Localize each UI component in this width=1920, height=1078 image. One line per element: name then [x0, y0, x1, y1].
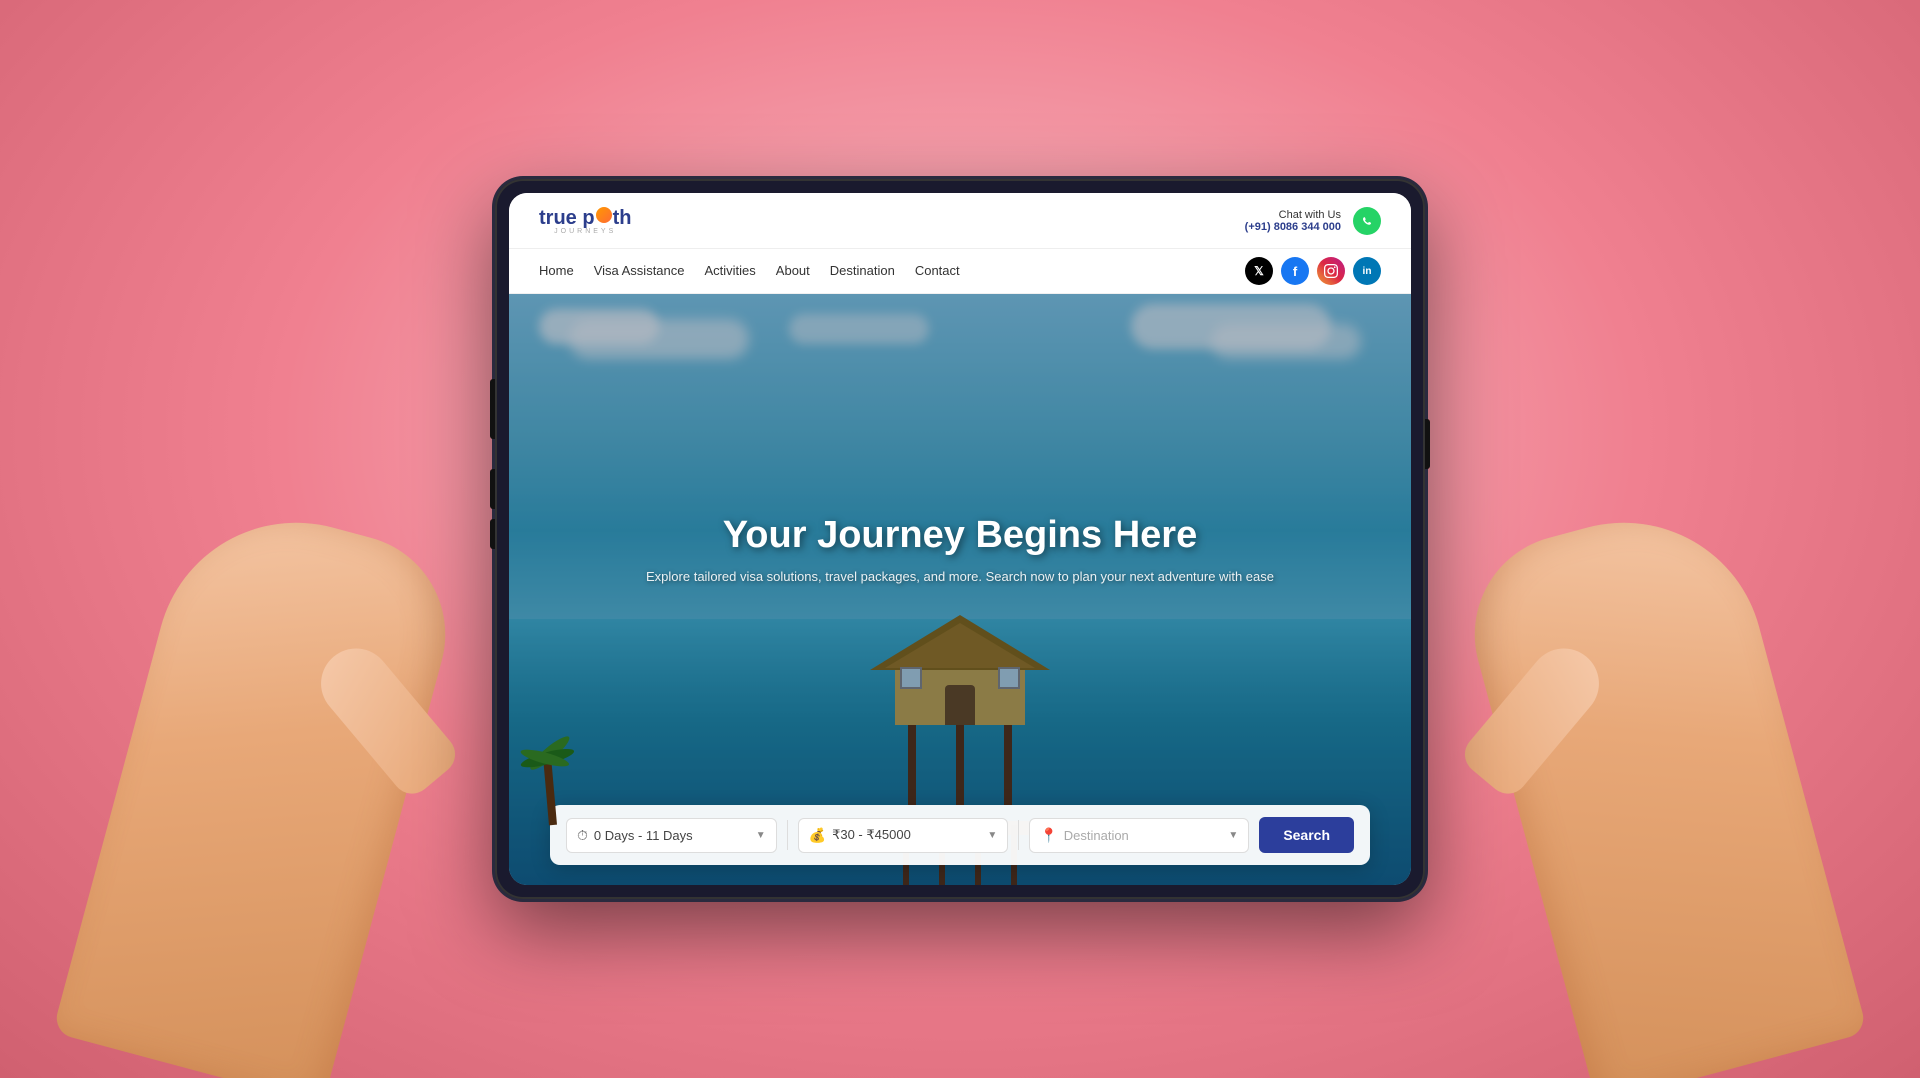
duration-value: 0 Days - 11 Days [594, 828, 750, 843]
palm-tree [529, 755, 557, 825]
budget-value: ₹30 - ₹45000 [832, 827, 981, 843]
logo-text-before: true p [539, 207, 595, 230]
duration-chevron: ▼ [756, 830, 766, 841]
instagram-icon[interactable] [1317, 257, 1345, 285]
tablet-device: true p th JOURNEYS Chat with Us (+91) 80… [495, 179, 1425, 899]
logo-text-after: th [613, 207, 632, 230]
logo: true p th JOURNEYS [539, 207, 631, 235]
hero-content: Your Journey Begins Here Explore tailore… [606, 515, 1314, 584]
duration-field[interactable]: ⏱ 0 Days - 11 Days ▼ [566, 818, 777, 853]
budget-field[interactable]: 💰 ₹30 - ₹45000 ▼ [798, 818, 1009, 853]
clock-icon: ⏱ [577, 827, 588, 844]
location-icon: 📍 [1040, 827, 1057, 844]
site-nav: Home Visa Assistance Activities About De… [509, 249, 1411, 294]
nav-item-home[interactable]: Home [539, 262, 574, 280]
divider-1 [787, 820, 788, 850]
destination-placeholder: Destination [1064, 828, 1223, 843]
hero-title: Your Journey Begins Here [646, 515, 1274, 557]
chat-label: Chat with Us [1245, 209, 1341, 221]
chat-info: Chat with Us (+91) 8086 344 000 [1245, 209, 1341, 233]
chat-phone: (+91) 8086 344 000 [1245, 221, 1341, 233]
nav-item-contact[interactable]: Contact [915, 262, 960, 280]
hero-subtitle: Explore tailored visa solutions, travel … [646, 569, 1274, 584]
nav-links: Home Visa Assistance Activities About De… [539, 262, 960, 280]
nav-item-about[interactable]: About [776, 262, 810, 280]
linkedin-icon[interactable]: in [1353, 257, 1381, 285]
nav-item-destination[interactable]: Destination [830, 262, 895, 280]
twitter-icon[interactable]: 𝕏 [1245, 257, 1273, 285]
tablet-screen: true p th JOURNEYS Chat with Us (+91) 80… [509, 193, 1411, 885]
divider-2 [1018, 820, 1019, 850]
hero-overlay [509, 294, 1411, 885]
header-right: Chat with Us (+91) 8086 344 000 [1245, 207, 1381, 235]
logo-o-circle [596, 207, 612, 223]
whatsapp-button[interactable] [1353, 207, 1381, 235]
search-bar: ⏱ 0 Days - 11 Days ▼ 💰 ₹30 - ₹45000 ▼ 📍 … [550, 805, 1370, 865]
site-header: true p th JOURNEYS Chat with Us (+91) 80… [509, 193, 1411, 249]
search-button[interactable]: Search [1259, 817, 1354, 853]
destination-chevron: ▼ [1228, 830, 1238, 841]
facebook-icon[interactable]: f [1281, 257, 1309, 285]
rupee-icon: 💰 [809, 827, 826, 844]
hero-section: Your Journey Begins Here Explore tailore… [509, 294, 1411, 885]
social-icons: 𝕏 f in [1245, 257, 1381, 285]
budget-chevron: ▼ [987, 830, 997, 841]
nav-item-activities[interactable]: Activities [705, 262, 756, 280]
destination-field[interactable]: 📍 Destination ▼ [1029, 818, 1249, 853]
nav-item-visa[interactable]: Visa Assistance [594, 262, 685, 280]
